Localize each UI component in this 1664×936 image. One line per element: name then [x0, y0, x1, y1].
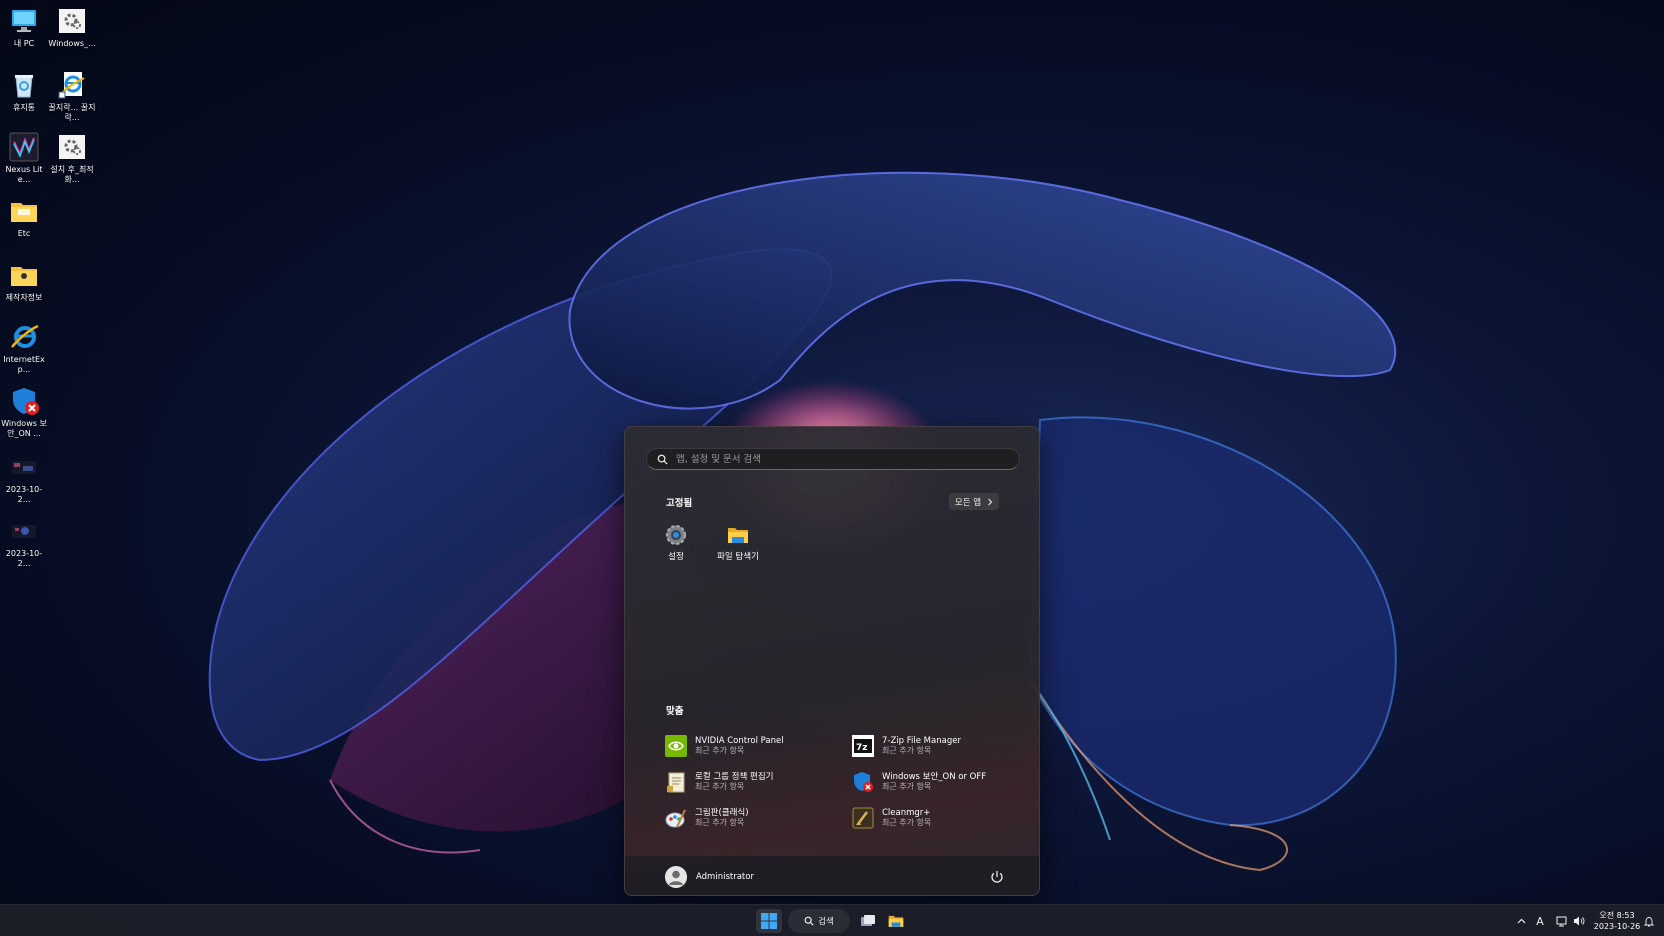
start-menu-footer: Administrator [625, 855, 1039, 895]
power-button[interactable] [988, 868, 1006, 886]
file-explorer-icon [888, 915, 904, 927]
task-view-icon [861, 915, 875, 926]
paint-icon [665, 807, 687, 829]
tray-overflow-button[interactable] [1514, 913, 1528, 929]
settings-icon [665, 524, 687, 546]
volume-icon [1573, 916, 1584, 926]
group-policy-icon [665, 771, 687, 793]
cleanmgr-icon [852, 807, 874, 829]
desktop-icon-windows-security-toggle[interactable]: Windows 보안_ON ... [0, 386, 48, 439]
7zip-icon: 7z [852, 735, 874, 757]
search-icon [657, 454, 668, 465]
taskbar-task-view-button[interactable] [856, 909, 880, 933]
screenshot-thumbnail-icon [9, 452, 39, 482]
desktop-icon-author-info-folder[interactable]: 제작자정보 [0, 260, 48, 303]
start-search-box[interactable] [646, 448, 1020, 470]
desktop-icon-screenshot-2[interactable]: 2023-10-2... [0, 516, 48, 569]
desktop-icon-nexus-lite[interactable]: Nexus Lite... [0, 132, 48, 185]
windows-logo-icon [761, 913, 777, 929]
chevron-right-icon [988, 498, 993, 505]
power-icon [991, 871, 1003, 883]
desktop-icon-recycle-bin[interactable]: 휴지통 [0, 70, 48, 113]
chevron-up-icon [1517, 918, 1525, 924]
start-menu: 고정됨 모든 앱 설정 파일 탐색기 맞춤 NVIDIA Control Pan… [624, 426, 1040, 896]
recommended-item-7zip[interactable]: 7z 7-Zip File Manager 최근 추가 항목 [852, 731, 1032, 761]
taskbar-file-explorer-button[interactable] [884, 909, 908, 933]
recommended-item-windows-security[interactable]: Windows 보안_ON or OFF 최근 추가 항목 [852, 767, 1032, 797]
recycle-bin-icon [9, 70, 39, 100]
computer-icon [9, 6, 39, 36]
clock-time: 오전 8:53 [1599, 911, 1635, 920]
recommended-item-cleanmgr[interactable]: Cleanmgr+ 최근 추가 항목 [852, 803, 1032, 833]
pinned-section-title: 고정됨 [666, 498, 693, 509]
all-apps-label: 모든 앱 [954, 497, 982, 508]
recommended-item-nvidia[interactable]: NVIDIA Control Panel 최근 추가 항목 [665, 731, 845, 761]
windows-security-off-icon [9, 386, 39, 416]
desktop-icon-internet-explorer[interactable]: InternetExp... [0, 322, 48, 375]
internet-explorer-icon [9, 322, 39, 352]
settings-gear-icon [57, 6, 87, 36]
pinned-app-settings[interactable]: 설정 [647, 524, 705, 562]
taskbar-search-label: 검색 [818, 917, 834, 927]
windows-security-off-icon [852, 771, 874, 793]
notification-button[interactable] [1642, 913, 1656, 929]
pinned-app-label: 설정 [668, 552, 684, 562]
desktop-icon-post-install-optimize[interactable]: 설치 후_최적화... [48, 132, 96, 185]
search-icon [804, 916, 814, 926]
tray-network-volume[interactable] [1553, 913, 1587, 929]
pinned-app-label: 파일 탐색기 [717, 552, 759, 562]
screenshot-thumbnail-icon [9, 516, 39, 546]
taskbar-start-button[interactable] [756, 909, 782, 933]
user-name: Administrator [696, 872, 754, 882]
desktop-icon-windows-settings[interactable]: Windows_... [48, 6, 96, 49]
ime-indicator[interactable]: A [1533, 913, 1547, 929]
svg-text:7z: 7z [856, 743, 868, 753]
pinned-app-file-explorer[interactable]: 파일 탐색기 [709, 524, 767, 562]
clock-date: 2023-10-26 [1593, 922, 1641, 931]
bell-icon [1644, 916, 1654, 926]
folder-icon [9, 260, 39, 290]
recommended-item-paint-classic[interactable]: 그림판(클래식) 최근 추가 항목 [665, 803, 845, 833]
taskbar: 검색 A 오전 8:53 2023-10-26 [0, 904, 1664, 936]
recommended-section-title: 맞춤 [666, 706, 684, 717]
taskbar-search-button[interactable]: 검색 [788, 909, 850, 933]
taskbar-clock[interactable]: 오전 8:53 2023-10-26 [1592, 910, 1642, 932]
file-explorer-icon [727, 524, 749, 546]
desktop-icon-etc-folder[interactable]: Etc [0, 196, 48, 239]
nvidia-icon [665, 735, 687, 757]
settings-gear-icon [57, 132, 87, 162]
recommended-item-group-policy[interactable]: 로컬 그룹 정책 편집기 최근 추가 항목 [665, 767, 845, 797]
user-account-button[interactable]: Administrator [665, 866, 754, 888]
all-apps-button[interactable]: 모든 앱 [949, 493, 999, 510]
desktop-icon-ie-document[interactable]: 꿀지락... 꿀지락... [48, 70, 96, 123]
ime-label: A [1536, 914, 1544, 928]
internet-explorer-document-icon [57, 70, 87, 100]
nexus-app-icon [9, 132, 39, 162]
desktop-icon-screenshot-1[interactable]: 2023-10-2... [0, 452, 48, 505]
start-search-input[interactable] [676, 453, 996, 465]
folder-icon [9, 196, 39, 226]
desktop-icon-my-pc[interactable]: 내 PC [0, 6, 48, 49]
avatar [665, 866, 687, 888]
network-icon [1556, 916, 1566, 927]
